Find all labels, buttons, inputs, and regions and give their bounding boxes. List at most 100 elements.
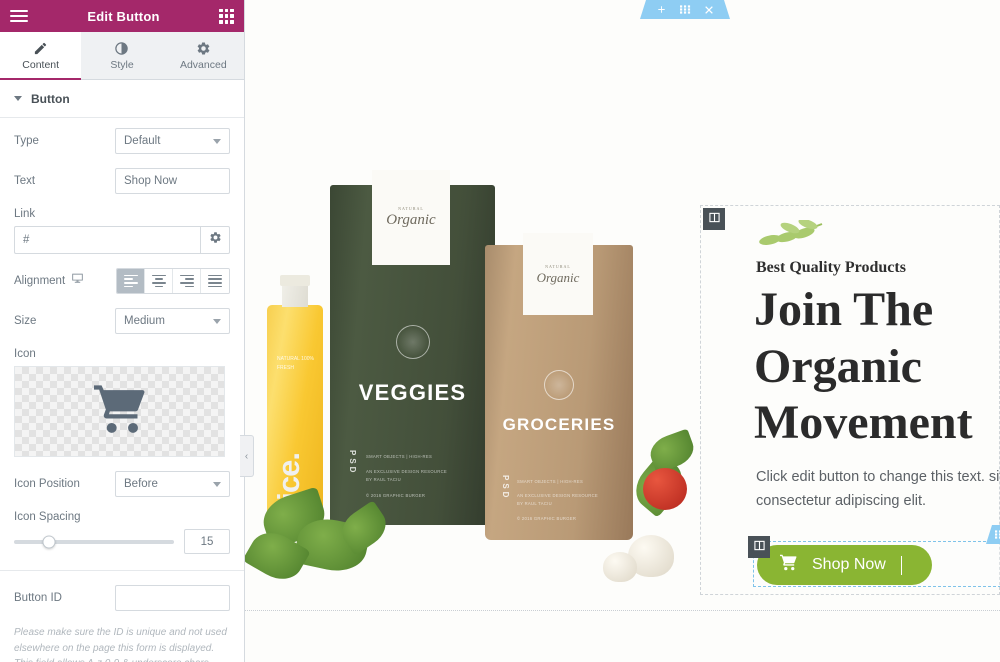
type-select-wrap (115, 128, 230, 154)
editor-canvas: NATURAL Organic VEGGIES PSD SMART OBJECT… (245, 0, 1000, 662)
pouch-veggies-name: VEGGIES (358, 380, 467, 405)
pouch-veggies-label: NATURAL Organic (372, 170, 450, 265)
editor-panel: Edit Button Content Style Advanced Butto… (0, 0, 245, 662)
panel-tabs: Content Style Advanced (0, 32, 244, 80)
field-text-row: Text (14, 168, 230, 194)
icon-spacing-slider-thumb[interactable] (42, 535, 56, 548)
panel-title: Edit Button (87, 8, 160, 24)
text-input[interactable] (115, 168, 230, 194)
pouch-veggies-fineprint-4: © 2016 GRAPHIC BURGER (366, 493, 426, 498)
icon-spacing-value-input[interactable] (184, 529, 230, 554)
tab-style-label: Style (110, 58, 134, 71)
drag-dots-icon[interactable] (680, 5, 691, 14)
tab-content[interactable]: Content (0, 32, 82, 80)
field-button-id-label: Button ID (14, 592, 62, 604)
close-icon[interactable] (704, 5, 714, 15)
grid-apps-icon[interactable] (219, 8, 234, 24)
basil-leaf (645, 428, 699, 474)
panel-collapse-handle[interactable]: ‹ (240, 435, 254, 477)
field-type-row: Type (14, 128, 230, 154)
pouch-groceries-fineprint-3: BY RAUL TACIU (517, 501, 552, 506)
plus-icon[interactable] (656, 4, 667, 15)
button-id-input[interactable] (115, 585, 230, 611)
organic-brand-name: Organic (386, 212, 436, 228)
field-text-label: Text (14, 175, 36, 187)
pouch-groceries-fineprint-4: © 2016 GRAPHIC BURGER (517, 516, 577, 521)
field-icon-position-row: Icon Position (14, 471, 230, 497)
hero-text-column[interactable]: Best Quality Products Join The Organic M… (700, 205, 1000, 595)
column-layout-icon (753, 538, 765, 556)
hamburger-icon[interactable] (10, 10, 28, 22)
hero-headline: Join The Organic Movement (754, 282, 973, 452)
size-select-wrap (115, 308, 230, 334)
button-widget[interactable]: Shop Now (748, 525, 1000, 587)
pouch-groceries-fineprint-2: AN EXCLUSIVE DESIGN RESOURCE (517, 493, 599, 498)
organic-brand-tiny: NATURAL (545, 263, 571, 269)
icon-preview[interactable] (14, 366, 225, 457)
tab-advanced[interactable]: Advanced (162, 32, 244, 79)
widget-toolbar (986, 525, 1000, 544)
field-icon-position-label: Icon Position (14, 478, 80, 490)
section-button[interactable]: Button (0, 80, 244, 118)
type-select[interactable] (115, 128, 230, 154)
column-layout-icon (708, 210, 720, 228)
align-left-icon (123, 274, 138, 288)
field-alignment-row: Alignment (14, 268, 230, 294)
align-left-button[interactable] (117, 269, 145, 293)
column-handle[interactable] (703, 208, 725, 230)
link-input[interactable] (14, 226, 200, 254)
product-photo: NATURAL Organic VEGGIES PSD SMART OBJECT… (245, 40, 705, 640)
panel-controls: Type Text Link (0, 118, 244, 662)
bottom-guide-line (245, 610, 1000, 611)
pouch-veggies-seal (395, 325, 430, 359)
pouch-groceries-fineprint-1: SMART OBJECTS | HIGH-RES (517, 479, 584, 484)
pouch-groceries-seal (544, 370, 574, 400)
size-select[interactable] (115, 308, 230, 334)
field-link-block: Link (14, 208, 230, 254)
button-id-help-text: Please make sure the ID is unique and no… (14, 627, 227, 662)
tab-style[interactable]: Style (81, 32, 163, 79)
pouch-veggies: NATURAL Organic VEGGIES PSD SMART OBJECT… (330, 170, 495, 525)
link-row (14, 226, 230, 254)
hero-headline-line-3: Movement (754, 396, 973, 450)
pouch-veggies-fineprint-2: AN EXCLUSIVE DESIGN RESOURCE (366, 469, 448, 474)
panel-divider (0, 570, 244, 571)
tab-advanced-label: Advanced (179, 58, 227, 71)
align-center-button[interactable] (145, 269, 173, 293)
chevron-down-icon (14, 96, 22, 101)
tab-content-label: Content (22, 58, 60, 71)
hero-headline-line-2: Organic (754, 339, 922, 393)
link-options-button[interactable] (200, 226, 230, 254)
organic-brand-name: Organic (536, 269, 580, 285)
drag-dots-icon[interactable] (995, 530, 1000, 539)
icon-position-select-wrap (115, 471, 230, 497)
section-toolbar (640, 0, 730, 19)
section-title: Button (31, 91, 70, 106)
pouch-veggies-fineprint-3: BY RAUL TACIU (366, 477, 401, 482)
text-cursor (900, 555, 902, 575)
hero-subtext: Click edit button to change this text. s… (756, 469, 1000, 509)
desktop-icon[interactable] (71, 272, 84, 290)
pouch-groceries-label: NATURAL Organic (523, 233, 593, 315)
pouch-groceries-name: GROCERIES (502, 415, 616, 434)
organic-brand-logo: NATURAL Organic (386, 207, 435, 228)
pouch-veggies-fineprint-1: SMART OBJECTS | HIGH-RES (366, 454, 433, 459)
pouch-groceries-psd: PSD (501, 475, 510, 501)
field-size-label: Size (14, 315, 37, 327)
icon-spacing-row (14, 529, 230, 554)
shop-now-button[interactable]: Shop Now (757, 545, 932, 585)
icon-position-select[interactable] (115, 471, 230, 497)
field-icon-spacing-label: Icon Spacing (14, 511, 81, 523)
field-size-row: Size (14, 308, 230, 334)
align-justify-icon (208, 274, 222, 288)
organic-brand-tiny: NATURAL (398, 206, 424, 211)
icon-spacing-slider[interactable] (14, 535, 174, 548)
align-justify-button[interactable] (201, 269, 229, 293)
align-center-icon (151, 274, 166, 288)
pouch-veggies-psd: PSD (348, 450, 357, 476)
pencil-icon (33, 41, 48, 56)
button-widget-handle[interactable] (748, 536, 770, 558)
organic-brand-logo: NATURAL Organic (536, 263, 580, 285)
align-right-button[interactable] (173, 269, 201, 293)
field-icon-spacing-block: Icon Spacing (14, 511, 230, 554)
